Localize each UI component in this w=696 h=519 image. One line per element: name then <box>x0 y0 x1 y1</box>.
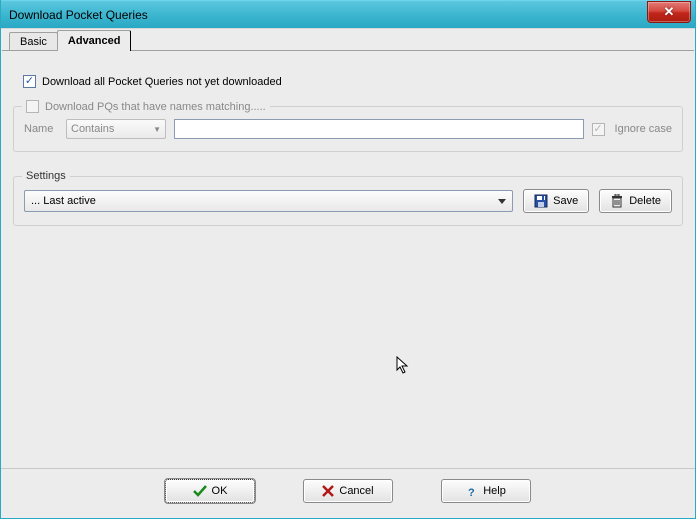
settings-legend: Settings <box>22 170 70 182</box>
close-icon: ✕ <box>664 4 675 20</box>
settings-group: Settings ... Last active Save Delete <box>13 176 683 226</box>
save-label: Save <box>553 195 578 207</box>
delete-label: Delete <box>629 195 661 207</box>
match-label: Download PQs that have names matching...… <box>45 101 266 113</box>
match-controls: Name Contains ▼ ✓ Ignore case <box>24 119 672 139</box>
chevron-down-icon: ▼ <box>153 125 161 134</box>
tab-advanced[interactable]: Advanced <box>57 30 132 51</box>
ok-label: OK <box>212 485 228 497</box>
checkbox-download-all[interactable]: ✓ <box>23 75 36 88</box>
save-icon <box>534 194 548 208</box>
save-button[interactable]: Save <box>523 189 589 213</box>
cancel-label: Cancel <box>339 485 373 497</box>
settings-combo[interactable]: ... Last active <box>24 190 513 212</box>
tab-basic[interactable]: Basic <box>9 32 58 51</box>
trash-icon <box>610 194 624 208</box>
download-all-label: Download all Pocket Queries not yet down… <box>42 76 282 88</box>
pattern-input[interactable] <box>174 119 584 139</box>
checkbox-match[interactable] <box>26 100 39 113</box>
operator-combo[interactable]: Contains ▼ <box>66 119 166 139</box>
settings-selected: ... Last active <box>31 195 96 207</box>
ok-button[interactable]: OK <box>165 479 255 503</box>
title-bar: Download Pocket Queries ✕ <box>1 0 695 28</box>
delete-button[interactable]: Delete <box>599 189 672 213</box>
tab-strip: Basic Advanced <box>9 31 695 51</box>
match-group: Download PQs that have names matching...… <box>13 106 683 152</box>
help-label: Help <box>483 485 506 497</box>
chevron-down-icon <box>498 199 506 204</box>
svg-text:?: ? <box>468 487 475 498</box>
tab-panel-advanced: ✓ Download all Pocket Queries not yet do… <box>1 51 695 238</box>
dialog-window: Download Pocket Queries ✕ Basic Advanced… <box>0 0 696 519</box>
help-button[interactable]: ? Help <box>441 479 531 503</box>
close-button[interactable]: ✕ <box>647 1 691 23</box>
content-area: Basic Advanced ✓ Download all Pocket Que… <box>1 28 695 513</box>
window-title: Download Pocket Queries <box>9 8 148 22</box>
download-all-row: ✓ Download all Pocket Queries not yet do… <box>23 75 683 88</box>
help-icon: ? <box>466 484 478 498</box>
checkbox-ignore-case[interactable]: ✓ <box>592 123 605 136</box>
settings-row: ... Last active Save Delete <box>24 189 672 213</box>
cancel-button[interactable]: Cancel <box>303 479 393 503</box>
x-icon <box>322 485 334 497</box>
ignore-case-label: Ignore case <box>615 123 672 135</box>
dialog-footer: OK Cancel ? Help <box>1 468 695 513</box>
name-label: Name <box>24 123 58 135</box>
match-group-legend: Download PQs that have names matching...… <box>22 100 270 116</box>
operator-value: Contains <box>71 123 114 135</box>
check-icon <box>193 485 207 497</box>
